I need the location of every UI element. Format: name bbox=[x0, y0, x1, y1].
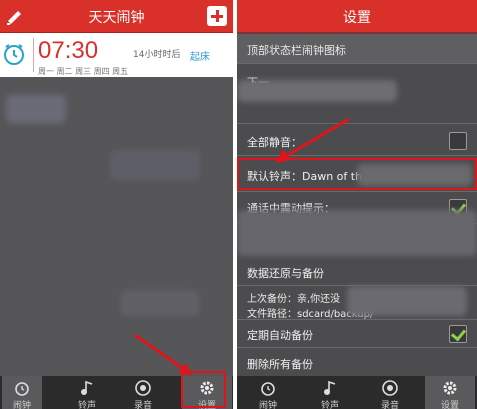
app-header: 天天闹钟 bbox=[0, 0, 233, 33]
tab-label: 铃声 bbox=[77, 401, 96, 409]
blurred-area bbox=[120, 290, 200, 316]
add-alarm-button[interactable] bbox=[207, 6, 227, 26]
tab-settings[interactable]: 设置 bbox=[425, 376, 475, 409]
music-note-icon bbox=[324, 380, 336, 395]
alarm-time: 07:30 bbox=[38, 37, 99, 64]
alarm-days: 周一 周二 周三 周四 周五 bbox=[38, 67, 129, 76]
music-note-icon bbox=[81, 380, 93, 395]
highlight-box bbox=[181, 371, 226, 408]
gear-icon bbox=[443, 381, 457, 395]
settings-row-auto-backup[interactable]: 定期自动备份 bbox=[237, 320, 477, 348]
tab-label: 闹钟 bbox=[12, 401, 31, 409]
tab-label: 闹钟 bbox=[258, 401, 277, 409]
blurred-area bbox=[6, 95, 66, 123]
row-label: 删除所有备份 bbox=[247, 358, 313, 371]
tab-ringtone[interactable]: 铃声 bbox=[305, 376, 355, 409]
settings-row-status-icon[interactable]: 顶部状态栏闹钟图标 bbox=[237, 34, 477, 64]
alarm-clock-icon bbox=[4, 44, 24, 65]
record-icon bbox=[135, 380, 151, 396]
tab-alarm[interactable]: 闹钟 bbox=[243, 376, 293, 409]
row-label: 定期自动备份 bbox=[247, 329, 313, 342]
settings-row-delete-backups[interactable]: 删除所有备份 bbox=[237, 348, 477, 376]
alarm-remaining: 14小时时后 bbox=[133, 50, 181, 60]
row-label: 顶部状态栏闹钟图标 bbox=[247, 44, 346, 57]
tab-record[interactable]: 录音 bbox=[365, 376, 415, 409]
tab-label: 设置 bbox=[440, 401, 459, 409]
highlight-box bbox=[237, 158, 477, 190]
bottom-tab-bar: 闹钟 铃声 录音 设置 bbox=[237, 376, 477, 409]
blurred-area bbox=[237, 80, 397, 102]
row-label: 数据还原与备份 bbox=[247, 267, 324, 280]
settings-row-restore-backup[interactable]: 数据还原与备份 bbox=[237, 258, 477, 286]
blurred-area bbox=[347, 286, 467, 316]
alarm-label[interactable]: 起床 bbox=[190, 48, 210, 63]
row-label: 全部静音： bbox=[247, 136, 302, 149]
tab-alarm[interactable]: 闹钟 bbox=[2, 376, 42, 409]
auto-backup-checkbox[interactable] bbox=[449, 325, 467, 343]
blurred-area bbox=[237, 210, 477, 256]
tab-record[interactable]: 录音 bbox=[118, 376, 168, 409]
record-icon bbox=[382, 380, 398, 396]
alarm-clock-icon bbox=[261, 382, 275, 396]
alarm-divider bbox=[33, 38, 34, 72]
tab-label: 录音 bbox=[133, 401, 152, 409]
alarm-item[interactable]: 07:30 14小时时后 周一 周二 周三 周四 周五 起床 bbox=[0, 33, 233, 77]
app-title: 天天闹钟 bbox=[88, 10, 145, 26]
settings-row-mute-all[interactable]: 全部静音： bbox=[237, 124, 477, 156]
settings-screen: 设置 顶部状态栏闹钟图标 下一 全部静音： 默认铃声：Dawn of the 通… bbox=[237, 0, 477, 409]
alarm-list-screen: 天天闹钟 07:30 14小时时后 周一 周二 周三 周四 周五 起床 闹钟 铃… bbox=[0, 0, 233, 409]
alarm-clock-icon bbox=[15, 382, 29, 396]
tab-label: 录音 bbox=[380, 401, 399, 409]
settings-header: 设置 bbox=[237, 0, 477, 33]
settings-title: 设置 bbox=[343, 10, 371, 26]
mute-all-checkbox[interactable] bbox=[449, 132, 467, 150]
tab-ringtone[interactable]: 铃声 bbox=[62, 376, 112, 409]
tab-label: 铃声 bbox=[320, 401, 339, 409]
last-backup-text: 上次备份：亲,你还没 bbox=[247, 294, 341, 305]
blurred-area bbox=[110, 150, 200, 180]
